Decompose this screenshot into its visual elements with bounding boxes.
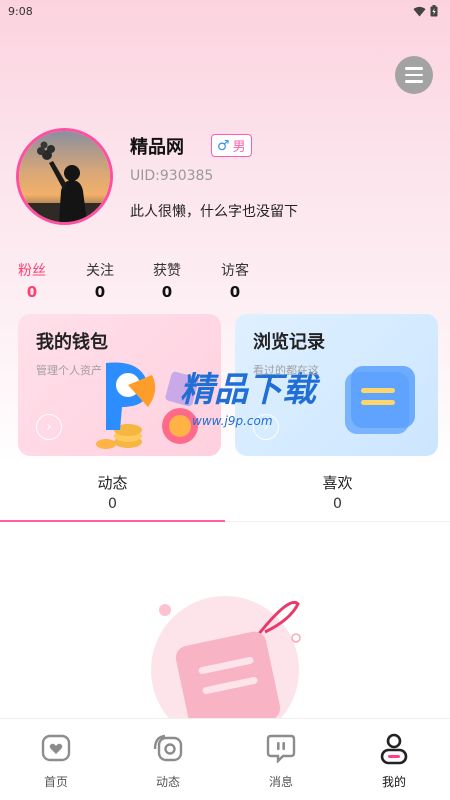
nav-moments[interactable]: 动态 [112, 733, 224, 790]
content-tabs: 动态 0 喜欢 0 [0, 460, 450, 522]
history-subtitle: 看过的都在这 [253, 364, 319, 377]
stat-label: 粉丝 [18, 263, 46, 279]
wallet-card[interactable]: 我的钱包 管理个人资产 › [18, 314, 221, 456]
nav-profile[interactable]: 我的 [338, 733, 450, 790]
stat-followers[interactable]: 粉丝 0 [2, 260, 62, 301]
avatar-photo [19, 131, 110, 222]
nav-label: 动态 [155, 775, 180, 789]
status-bar: 9:08 [0, 0, 450, 22]
battery-icon [430, 5, 438, 17]
menu-button[interactable] [395, 56, 433, 94]
history-title: 浏览记录 [253, 332, 325, 353]
stat-value: 0 [161, 283, 173, 301]
menu-icon [405, 67, 423, 70]
profile-icon [380, 733, 408, 765]
active-tab-indicator [0, 520, 225, 522]
username: 精品网 [130, 137, 184, 158]
stat-value: 0 [26, 283, 38, 301]
tab-moments[interactable]: 动态 0 [0, 460, 225, 522]
stats-row: 粉丝 0 关注 0 获赞 0 访客 0 [0, 260, 300, 304]
nav-home[interactable]: 首页 [0, 733, 112, 790]
stat-following[interactable]: 关注 0 [70, 260, 130, 301]
nav-messages[interactable]: 消息 [225, 733, 337, 790]
home-heart-icon [41, 734, 71, 762]
tab-count: 0 [333, 496, 342, 512]
moments-icon [153, 734, 183, 762]
tab-label: 动态 [97, 474, 128, 492]
empty-state-icon [151, 596, 301, 720]
wallet-subtitle: 管理个人资产 [36, 364, 102, 377]
stat-likes[interactable]: 获赞 0 [137, 260, 197, 301]
avatar[interactable] [16, 128, 113, 225]
nav-label: 我的 [381, 775, 406, 789]
history-arrow-icon: › [253, 414, 279, 440]
user-id: UID:930385 [130, 168, 214, 184]
stat-label: 访客 [221, 263, 249, 279]
bio: 此人很懒，什么字也没留下 [130, 204, 298, 220]
stat-label: 获赞 [153, 263, 181, 279]
message-icon [266, 734, 296, 763]
tab-label: 喜欢 [322, 474, 353, 492]
stat-value: 0 [94, 283, 106, 301]
wifi-icon [413, 6, 426, 17]
tab-likes[interactable]: 喜欢 0 [225, 460, 450, 522]
status-time: 9:08 [8, 4, 33, 18]
wallet-title: 我的钱包 [36, 332, 108, 353]
history-card[interactable]: 浏览记录 看过的都在这 › [235, 314, 438, 456]
tab-count: 0 [108, 496, 117, 512]
gender-badge: ♂ 男 [211, 134, 252, 157]
male-icon: ♂ [217, 137, 230, 154]
bottom-nav: 首页 动态 消息 我的 [0, 718, 450, 800]
nav-label: 首页 [43, 775, 68, 789]
stat-label: 关注 [86, 263, 114, 279]
stat-value: 0 [229, 283, 241, 301]
gender-label: 男 [232, 140, 246, 155]
nav-label: 消息 [268, 775, 293, 789]
stat-visitors[interactable]: 访客 0 [205, 260, 265, 301]
wallet-arrow-icon: › [36, 414, 62, 440]
